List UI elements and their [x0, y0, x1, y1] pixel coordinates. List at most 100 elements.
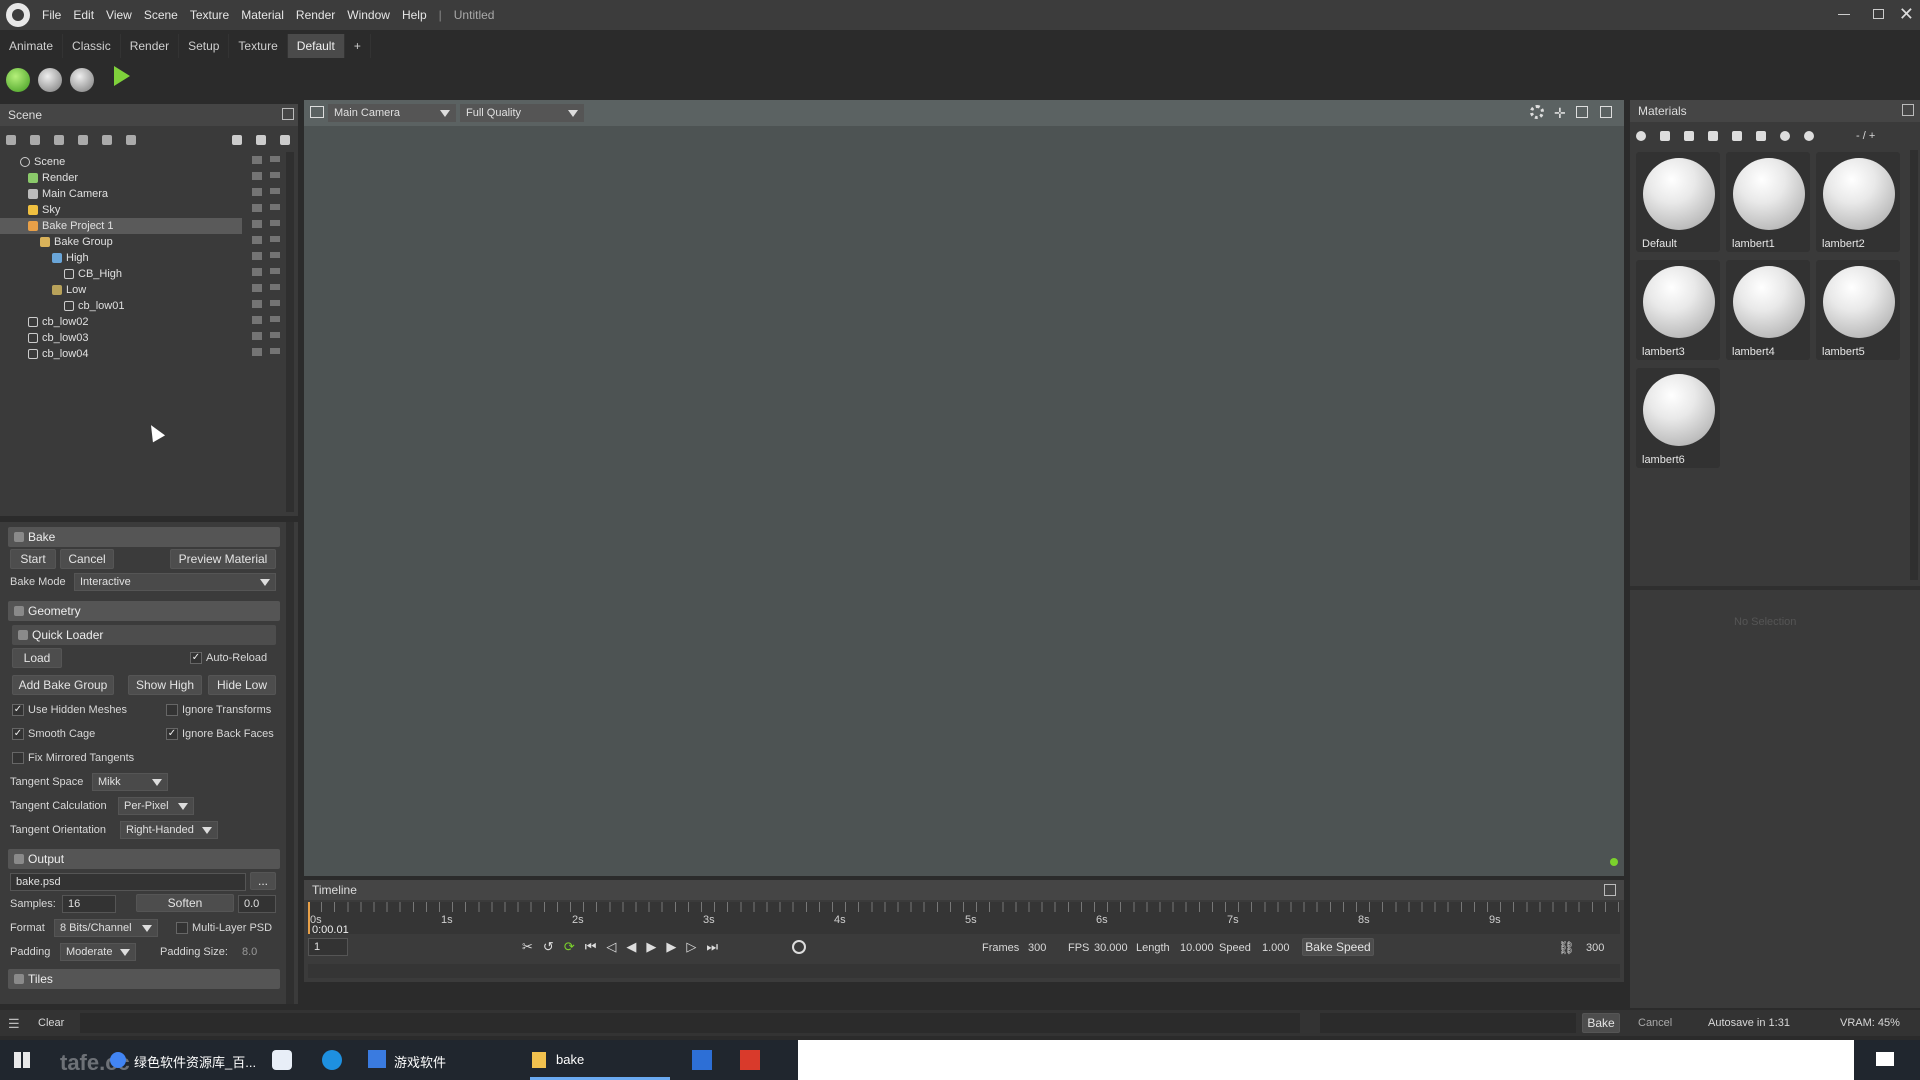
bake-section-header[interactable]: Bake [8, 527, 280, 547]
move-icon[interactable]: ✛ [1554, 105, 1566, 122]
skip-end-icon[interactable]: ⏭ [706, 939, 718, 955]
store-icon[interactable] [692, 1050, 712, 1070]
padding-size-value[interactable]: 8.0 [242, 946, 257, 958]
vscode-icon[interactable] [368, 1050, 386, 1068]
console-input[interactable] [80, 1013, 1300, 1033]
menu-view[interactable]: View [100, 8, 138, 22]
materials-scrollbar[interactable] [1910, 150, 1918, 580]
bake-speed-button[interactable]: Bake Speed [1302, 938, 1374, 956]
wps-icon[interactable] [740, 1050, 760, 1070]
app-icon[interactable] [272, 1050, 292, 1070]
tree-item-cb-low03[interactable]: cb_low03 [0, 330, 290, 346]
quick-loader-header[interactable]: Quick Loader [12, 625, 276, 645]
tree-item-sky[interactable]: Sky [0, 202, 290, 218]
tree-item-cb-low01[interactable]: cb_low01 [0, 298, 290, 314]
end-frame-value[interactable]: 300 [1586, 942, 1604, 954]
add-material-icon[interactable] [1636, 131, 1646, 141]
material-tile[interactable]: lambert2 [1816, 152, 1900, 252]
current-frame-field[interactable]: 1 [308, 938, 348, 956]
close-icon[interactable]: ✕ [1899, 4, 1914, 25]
tab-animate[interactable]: Animate [0, 34, 64, 58]
cancel-button[interactable]: Cancel [60, 549, 114, 569]
tab-classic[interactable]: Classic [63, 34, 121, 58]
preview-material-button[interactable]: Preview Material [170, 549, 276, 569]
tab-setup[interactable]: Setup [179, 34, 230, 58]
timeline-ruler[interactable]: 0s 1s 2s 3s 4s 5s 6s 7s 8s 9s 0:00.01 [308, 902, 1620, 936]
hide-low-button[interactable]: Hide Low [208, 675, 276, 695]
output-section-header[interactable]: Output [8, 849, 280, 869]
add-bake-icon[interactable] [102, 135, 112, 145]
add-camera-icon[interactable] [54, 135, 64, 145]
add-bake-group-button[interactable]: Add Bake Group [12, 675, 114, 695]
start-button[interactable]: Start [10, 549, 56, 569]
paste-material-icon[interactable] [1684, 131, 1694, 141]
fix-mirrored-tangents-checkbox[interactable] [12, 752, 24, 764]
properties-scrollbar[interactable] [286, 522, 294, 1004]
menu-scene[interactable]: Scene [138, 8, 184, 22]
lock-icon[interactable] [252, 156, 262, 356]
notification-icon[interactable] [1876, 1052, 1894, 1066]
menu-window[interactable]: Window [341, 8, 396, 22]
soften-slider[interactable]: Soften [136, 894, 234, 912]
clear-button[interactable]: Clear [38, 1017, 64, 1029]
menu-texture[interactable]: Texture [184, 8, 235, 22]
material-tile[interactable]: lambert4 [1726, 260, 1810, 360]
browse-button[interactable]: ... [250, 872, 276, 890]
scene-scrollbar[interactable] [286, 152, 294, 512]
speed-gauge-icon[interactable] [792, 940, 806, 954]
load-button[interactable]: Load [12, 648, 62, 668]
tree-item-bake-group[interactable]: Bake Group [0, 234, 290, 250]
tab-texture[interactable]: Texture [229, 34, 288, 58]
step-forward-icon[interactable]: ▶ [666, 939, 676, 955]
frame-icon[interactable] [1576, 106, 1588, 118]
chrome-icon[interactable] [110, 1052, 126, 1068]
tree-item-cb-low04[interactable]: cb_low04 [0, 346, 290, 362]
material-tile[interactable]: lambert6 [1636, 368, 1720, 468]
select-tool-icon[interactable] [114, 66, 130, 86]
menu-edit[interactable]: Edit [67, 8, 100, 22]
show-high-button[interactable]: Show High [128, 675, 202, 695]
scissors-icon[interactable]: ✂ [522, 939, 533, 955]
restore-icon[interactable] [1873, 9, 1884, 19]
add-sky-icon[interactable] [78, 135, 88, 145]
material-tile[interactable]: Default [1636, 152, 1720, 252]
menu-help[interactable]: Help [396, 8, 433, 22]
cancel-status-button[interactable]: Cancel [1638, 1017, 1672, 1029]
folder-icon[interactable] [532, 1052, 546, 1068]
camera-icon[interactable] [310, 106, 324, 118]
length-value[interactable]: 10.000 [1180, 942, 1214, 954]
panel-popout-icon[interactable] [282, 108, 294, 120]
render-mode-icon[interactable] [38, 68, 62, 92]
tangent-space-dropdown[interactable]: Mikk [92, 773, 168, 791]
fps-value[interactable]: 30.000 [1094, 942, 1128, 954]
refresh-icon[interactable] [1780, 131, 1790, 141]
format-dropdown[interactable]: 8 Bits/Channel [54, 919, 158, 937]
menu-material[interactable]: Material [235, 8, 290, 22]
output-file-field[interactable]: bake.psd [10, 873, 246, 891]
tree-item-render[interactable]: Render [0, 170, 290, 186]
material-tile[interactable]: lambert3 [1636, 260, 1720, 360]
visibility-eye-icon[interactable] [270, 156, 280, 356]
auto-reload-checkbox[interactable]: ✓ [190, 652, 202, 664]
eyedropper-icon[interactable] [1756, 131, 1766, 141]
undo-icon[interactable]: ↺ [543, 939, 554, 955]
trash-icon[interactable] [280, 135, 290, 145]
add-shape-icon[interactable] [126, 135, 136, 145]
menu-file[interactable]: File [36, 8, 67, 22]
tiles-section-header[interactable]: Tiles [8, 969, 280, 989]
next-key-icon[interactable]: ▷ [686, 939, 696, 955]
material-tile[interactable]: lambert5 [1816, 260, 1900, 360]
taskbar-app-browser[interactable]: 绿色软件资源库_百... [134, 1052, 256, 1071]
tree-item-bake-project[interactable]: Bake Project 1 [0, 218, 242, 234]
step-back-icon[interactable]: ◀ [626, 939, 636, 955]
material-tile[interactable]: lambert1 [1726, 152, 1810, 252]
tab-render[interactable]: Render [121, 34, 180, 58]
soften-value-field[interactable]: 0.0 [238, 895, 276, 913]
camera-dropdown[interactable]: Main Camera [328, 104, 456, 122]
tree-item-main-camera[interactable]: Main Camera [0, 186, 290, 202]
frames-value[interactable]: 300 [1028, 942, 1046, 954]
materials-divider[interactable] [1630, 586, 1920, 590]
tab-default[interactable]: Default [287, 34, 345, 58]
ignore-back-faces-checkbox[interactable]: ✓ [166, 728, 178, 740]
loop-icon[interactable]: ⟳ [564, 939, 575, 955]
